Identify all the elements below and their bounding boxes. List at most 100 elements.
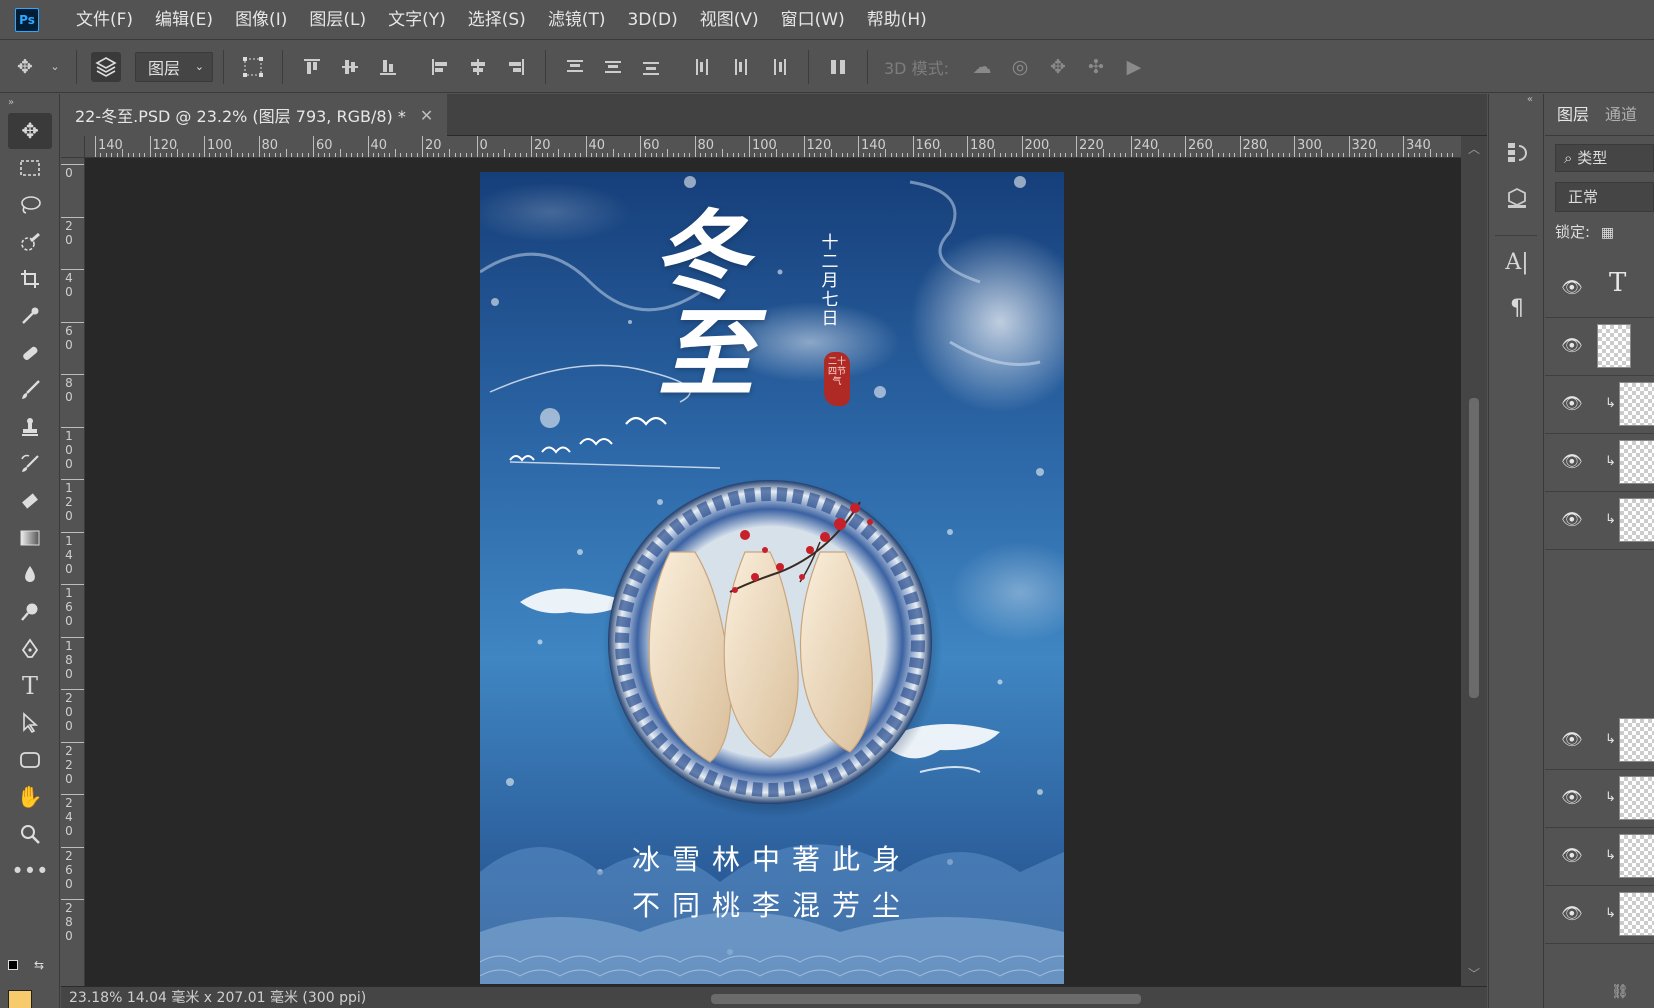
3d-pan-icon[interactable]: ✥ (1043, 52, 1073, 82)
scroll-up-icon[interactable]: ︿ (1468, 140, 1480, 157)
menu-select[interactable]: 选择(S) (457, 0, 537, 40)
3d-camera-icon[interactable]: ▶ (1119, 52, 1149, 82)
character-panel-icon[interactable]: A| (1497, 242, 1537, 282)
link-layers-icon[interactable]: ⛓ (1611, 984, 1629, 1000)
distribute-spacing-icon[interactable] (823, 52, 853, 82)
path-selection-tool-icon[interactable] (8, 705, 52, 741)
marquee-tool-icon[interactable] (8, 150, 52, 186)
menu-file[interactable]: 文件(F) (65, 0, 144, 40)
menu-image[interactable]: 图像(I) (224, 0, 298, 40)
transform-controls-icon[interactable] (238, 52, 268, 82)
distribute-top-icon[interactable] (560, 52, 590, 82)
layer-row[interactable]: 👁 ↳ (1545, 376, 1654, 434)
pen-tool-icon[interactable] (8, 631, 52, 667)
3d-panel-icon[interactable] (1497, 178, 1537, 218)
horizontal-scroll-thumb[interactable] (711, 994, 1141, 1004)
layer-row[interactable]: 👁 T (1545, 260, 1654, 318)
menu-window[interactable]: 窗口(W) (770, 0, 856, 40)
vertical-scroll-thumb[interactable] (1469, 398, 1479, 698)
horizontal-ruler[interactable]: 140 120 100 80 60 40 20 0 20 40 60 80 100 120 140 160 18… (85, 136, 1461, 158)
app-logo[interactable]: Ps (15, 7, 39, 32)
tab-layers[interactable]: 图层 (1545, 101, 1599, 135)
type-tool-icon[interactable]: T (8, 668, 52, 704)
align-hcenter-icon[interactable] (463, 52, 493, 82)
menu-edit[interactable]: 编辑(E) (144, 0, 224, 40)
auto-select-target-dropdown[interactable]: 图层 ⌄ (135, 51, 213, 82)
color-swatches[interactable]: ⇆ (8, 958, 52, 1008)
vertical-ruler[interactable]: 0 20 40 60 80 100 120 140 160 180 200 220 240 260 280 (61, 158, 85, 986)
layer-row[interactable]: 👁 ↳ (1545, 886, 1654, 944)
expand-panel-icon[interactable]: » (0, 94, 59, 112)
layer-row[interactable]: 👁 ↳ (1545, 828, 1654, 886)
tab-channels[interactable]: 通道 (1599, 101, 1647, 135)
healing-brush-tool-icon[interactable] (8, 335, 52, 371)
visibility-eye-icon[interactable]: 👁 (1561, 336, 1583, 358)
layer-row[interactable]: 👁 ↳ (1545, 712, 1654, 770)
visibility-eye-icon[interactable]: 👁 (1561, 904, 1583, 926)
align-right-icon[interactable] (501, 52, 531, 82)
3d-roll-icon[interactable]: ◎ (1005, 52, 1035, 82)
menu-3d[interactable]: 3D(D) (616, 0, 688, 40)
vertical-scrollbar[interactable]: ︿ ﹀ (1461, 136, 1487, 986)
collapse-panels-icon[interactable]: « (1489, 94, 1543, 110)
align-left-icon[interactable] (425, 52, 455, 82)
poster-artwork[interactable]: 冬 至 十二月七日 二十四节气 冰雪林中著此身 不同桃李混芳尘 (480, 172, 1064, 984)
visibility-eye-icon[interactable]: 👁 (1561, 846, 1583, 868)
swap-colors-icon[interactable]: ⇆ (34, 958, 44, 972)
quick-select-tool-icon[interactable] (8, 224, 52, 260)
visibility-eye-icon[interactable]: 👁 (1561, 452, 1583, 474)
menu-layer[interactable]: 图层(L) (298, 0, 377, 40)
document-tab[interactable]: 22-冬至.PSD @ 23.2% (图层 793, RGB/8) * ✕ (61, 94, 448, 136)
crop-tool-icon[interactable] (8, 261, 52, 297)
align-vcenter-icon[interactable] (335, 52, 365, 82)
gradient-tool-icon[interactable] (8, 520, 52, 556)
eyedropper-tool-icon[interactable] (8, 298, 52, 334)
hand-tool-icon[interactable]: ✋ (8, 779, 52, 815)
distribute-right-icon[interactable] (764, 52, 794, 82)
layer-row[interactable]: 👁 (1545, 318, 1654, 376)
menu-help[interactable]: 帮助(H) (856, 0, 938, 40)
blend-mode-dropdown[interactable]: 正常 (1555, 182, 1654, 212)
scroll-down-icon[interactable]: ﹀ (1468, 965, 1480, 982)
distribute-left-icon[interactable] (688, 52, 718, 82)
auto-select-icon[interactable] (91, 51, 121, 82)
eraser-tool-icon[interactable] (8, 483, 52, 519)
layer-row[interactable]: 👁 ↳ (1545, 434, 1654, 492)
history-brush-tool-icon[interactable] (8, 446, 52, 482)
close-icon[interactable]: ✕ (420, 106, 433, 125)
menu-type[interactable]: 文字(Y) (377, 0, 457, 40)
menu-filter[interactable]: 滤镜(T) (537, 0, 617, 40)
visibility-eye-icon[interactable]: 👁 (1561, 278, 1583, 300)
visibility-eye-icon[interactable]: 👁 (1561, 788, 1583, 810)
brush-tool-icon[interactable] (8, 372, 52, 408)
ruler-origin[interactable] (61, 136, 85, 158)
blur-tool-icon[interactable] (8, 557, 52, 593)
3d-slide-icon[interactable]: ✣ (1081, 52, 1111, 82)
paragraph-panel-icon[interactable]: ¶ (1497, 288, 1537, 328)
rectangle-tool-icon[interactable] (8, 742, 52, 778)
more-tools-icon[interactable]: ••• (8, 853, 52, 889)
3d-orbit-icon[interactable]: ☁ (967, 52, 997, 82)
distribute-vcenter-icon[interactable] (598, 52, 628, 82)
layer-filter-dropdown[interactable]: ⌕ 类型 (1555, 144, 1654, 172)
move-tool-icon[interactable]: ✥ (8, 113, 52, 149)
distribute-hcenter-icon[interactable] (726, 52, 756, 82)
visibility-eye-icon[interactable]: 👁 (1561, 730, 1583, 752)
distribute-bottom-icon[interactable] (636, 52, 666, 82)
chevron-down-icon[interactable]: ⌄ (48, 52, 62, 82)
default-colors-icon[interactable] (8, 960, 18, 970)
visibility-eye-icon[interactable]: 👁 (1561, 394, 1583, 416)
layer-row[interactable]: 👁 ↳ (1545, 770, 1654, 828)
zoom-tool-icon[interactable] (8, 816, 52, 852)
history-panel-icon[interactable] (1497, 132, 1537, 172)
foreground-color-swatch[interactable] (8, 990, 32, 1008)
move-tool-preset-icon[interactable]: ✥ (10, 52, 40, 82)
align-bottom-icon[interactable] (373, 52, 403, 82)
clone-stamp-tool-icon[interactable] (8, 409, 52, 445)
menu-view[interactable]: 视图(V) (689, 0, 770, 40)
align-top-icon[interactable] (297, 52, 327, 82)
lasso-tool-icon[interactable] (8, 187, 52, 223)
lock-transparent-pixels-icon[interactable]: ▦ (1601, 225, 1614, 241)
visibility-eye-icon[interactable]: 👁 (1561, 510, 1583, 532)
layer-row[interactable]: 👁 ↳ (1545, 492, 1654, 550)
